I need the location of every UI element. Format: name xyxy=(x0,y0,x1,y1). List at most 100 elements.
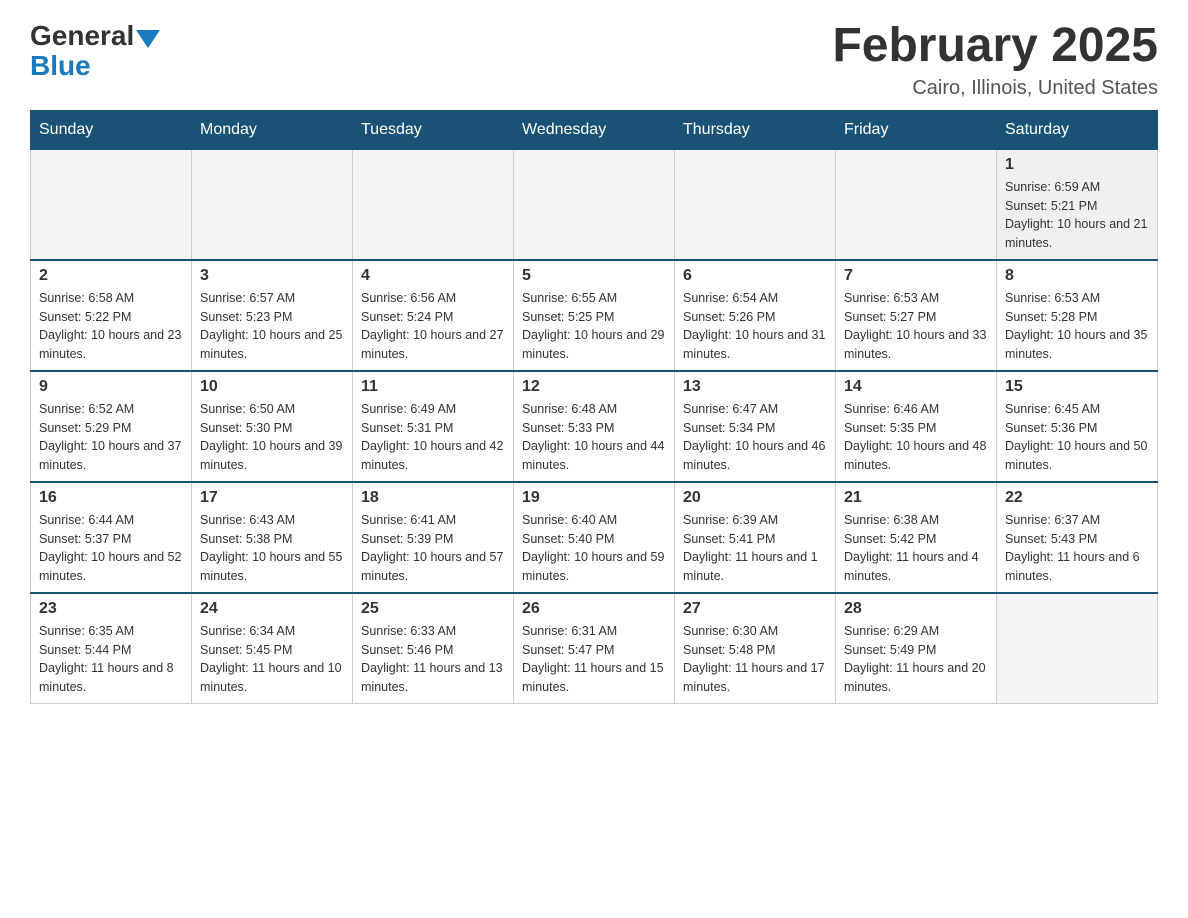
calendar-header-row: SundayMondayTuesdayWednesdayThursdayFrid… xyxy=(31,110,1158,149)
calendar-title: February 2025 xyxy=(832,20,1158,73)
calendar-cell: 8 Sunrise: 6:53 AMSunset: 5:28 PMDaylight… xyxy=(997,260,1158,371)
calendar-cell: 13Sunrise: 6:47 AMSunset: 5:34 PMDayligh… xyxy=(675,371,836,482)
day-number: 28 xyxy=(844,600,988,618)
logo-blue-text: Blue xyxy=(30,50,91,82)
day-header-saturday: Saturday xyxy=(997,110,1158,149)
day-number: 25 xyxy=(361,600,505,618)
calendar-week-row: 9 Sunrise: 6:52 AMSunset: 5:29 PMDaylight… xyxy=(31,371,1158,482)
calendar-cell xyxy=(192,149,353,260)
calendar-cell: 15 Sunrise: 6:45 AMSunset: 5:36 PMDayligh… xyxy=(997,371,1158,482)
calendar-location: Cairo, Illinois, United States xyxy=(832,77,1158,100)
calendar-cell: 5 Sunrise: 6:55 AMSunset: 5:25 PMDaylight… xyxy=(514,260,675,371)
calendar-cell: 7 Sunrise: 6:53 AMSunset: 5:27 PMDaylight… xyxy=(836,260,997,371)
day-info: Sunrise: 6:34 AMSunset: 5:45 PMDaylight:… xyxy=(200,622,344,697)
calendar-cell: 19Sunrise: 6:40 AMSunset: 5:40 PMDayligh… xyxy=(514,482,675,593)
day-info: Sunrise: 6:53 AMSunset: 5:27 PMDaylight:… xyxy=(844,289,988,364)
title-section: February 2025 Cairo, Illinois, United St… xyxy=(832,20,1158,100)
calendar-week-row: 1 Sunrise: 6:59 AMSunset: 5:21 PMDaylight… xyxy=(31,149,1158,260)
calendar-cell: 28 Sunrise: 6:29 AMSunset: 5:49 PMDayligh… xyxy=(836,593,997,704)
day-number: 2 xyxy=(39,267,183,285)
day-number: 1 xyxy=(1005,156,1149,174)
day-info: Sunrise: 6:56 AMSunset: 5:24 PMDaylight:… xyxy=(361,289,505,364)
calendar-cell: 26 Sunrise: 6:31 AMSunset: 5:47 PMDayligh… xyxy=(514,593,675,704)
day-number: 20 xyxy=(683,489,827,507)
calendar-week-row: 16 Sunrise: 6:44 AMSunset: 5:37 PMDayligh… xyxy=(31,482,1158,593)
day-header-friday: Friday xyxy=(836,110,997,149)
calendar-cell: 18 Sunrise: 6:41 AMSunset: 5:39 PMDayligh… xyxy=(353,482,514,593)
day-number: 6 xyxy=(683,267,827,285)
day-info: Sunrise: 6:35 AMSunset: 5:44 PMDaylight:… xyxy=(39,622,183,697)
day-info: Sunrise: 6:33 AMSunset: 5:46 PMDaylight:… xyxy=(361,622,505,697)
day-number: 16 xyxy=(39,489,183,507)
day-header-monday: Monday xyxy=(192,110,353,149)
day-number: 9 xyxy=(39,378,183,396)
calendar-week-row: 23 Sunrise: 6:35 AMSunset: 5:44 PMDayligh… xyxy=(31,593,1158,704)
day-number: 14 xyxy=(844,378,988,396)
day-info: Sunrise: 6:54 AMSunset: 5:26 PMDaylight:… xyxy=(683,289,827,364)
day-info: Sunrise: 6:59 AMSunset: 5:21 PMDaylight:… xyxy=(1005,178,1149,253)
logo: General Blue xyxy=(30,20,162,82)
day-number: 11 xyxy=(361,378,505,396)
day-info: Sunrise: 6:31 AMSunset: 5:47 PMDaylight:… xyxy=(522,622,666,697)
day-info: Sunrise: 6:55 AMSunset: 5:25 PMDaylight:… xyxy=(522,289,666,364)
day-header-sunday: Sunday xyxy=(31,110,192,149)
calendar-cell xyxy=(353,149,514,260)
day-number: 3 xyxy=(200,267,344,285)
day-number: 26 xyxy=(522,600,666,618)
calendar-cell xyxy=(997,593,1158,704)
day-number: 21 xyxy=(844,489,988,507)
day-info: Sunrise: 6:39 AMSunset: 5:41 PMDaylight:… xyxy=(683,511,827,586)
day-number: 22 xyxy=(1005,489,1149,507)
calendar-cell: 14 Sunrise: 6:46 AMSunset: 5:35 PMDayligh… xyxy=(836,371,997,482)
calendar-week-row: 2 Sunrise: 6:58 AMSunset: 5:22 PMDaylight… xyxy=(31,260,1158,371)
calendar-cell: 23 Sunrise: 6:35 AMSunset: 5:44 PMDayligh… xyxy=(31,593,192,704)
day-number: 23 xyxy=(39,600,183,618)
day-number: 24 xyxy=(200,600,344,618)
day-number: 10 xyxy=(200,378,344,396)
calendar-cell xyxy=(836,149,997,260)
day-info: Sunrise: 6:50 AMSunset: 5:30 PMDaylight:… xyxy=(200,400,344,475)
day-number: 27 xyxy=(683,600,827,618)
day-number: 17 xyxy=(200,489,344,507)
calendar-cell: 9 Sunrise: 6:52 AMSunset: 5:29 PMDaylight… xyxy=(31,371,192,482)
calendar-cell: 27 Sunrise: 6:30 AMSunset: 5:48 PMDayligh… xyxy=(675,593,836,704)
day-number: 7 xyxy=(844,267,988,285)
calendar-cell xyxy=(31,149,192,260)
day-number: 15 xyxy=(1005,378,1149,396)
calendar-cell: 21 Sunrise: 6:38 AMSunset: 5:42 PMDayligh… xyxy=(836,482,997,593)
logo-general-text: General xyxy=(30,20,134,52)
calendar-cell: 17 Sunrise: 6:43 AMSunset: 5:38 PMDayligh… xyxy=(192,482,353,593)
day-info: Sunrise: 6:44 AMSunset: 5:37 PMDaylight:… xyxy=(39,511,183,586)
day-info: Sunrise: 6:52 AMSunset: 5:29 PMDaylight:… xyxy=(39,400,183,475)
day-info: Sunrise: 6:49 AMSunset: 5:31 PMDaylight:… xyxy=(361,400,505,475)
day-header-thursday: Thursday xyxy=(675,110,836,149)
day-info: Sunrise: 6:57 AMSunset: 5:23 PMDaylight:… xyxy=(200,289,344,364)
calendar-cell: 2 Sunrise: 6:58 AMSunset: 5:22 PMDaylight… xyxy=(31,260,192,371)
calendar-cell: 3 Sunrise: 6:57 AMSunset: 5:23 PMDaylight… xyxy=(192,260,353,371)
day-header-wednesday: Wednesday xyxy=(514,110,675,149)
calendar-cell: 12Sunrise: 6:48 AMSunset: 5:33 PMDayligh… xyxy=(514,371,675,482)
calendar-cell: 16 Sunrise: 6:44 AMSunset: 5:37 PMDayligh… xyxy=(31,482,192,593)
day-info: Sunrise: 6:30 AMSunset: 5:48 PMDaylight:… xyxy=(683,622,827,697)
day-info: Sunrise: 6:47 AMSunset: 5:34 PMDaylight:… xyxy=(683,400,827,475)
day-info: Sunrise: 6:45 AMSunset: 5:36 PMDaylight:… xyxy=(1005,400,1149,475)
day-number: 19 xyxy=(522,489,666,507)
day-info: Sunrise: 6:41 AMSunset: 5:39 PMDaylight:… xyxy=(361,511,505,586)
calendar-cell xyxy=(514,149,675,260)
day-info: Sunrise: 6:58 AMSunset: 5:22 PMDaylight:… xyxy=(39,289,183,364)
day-info: Sunrise: 6:48 AMSunset: 5:33 PMDaylight:… xyxy=(522,400,666,475)
day-info: Sunrise: 6:38 AMSunset: 5:42 PMDaylight:… xyxy=(844,511,988,586)
day-info: Sunrise: 6:29 AMSunset: 5:49 PMDaylight:… xyxy=(844,622,988,697)
day-info: Sunrise: 6:46 AMSunset: 5:35 PMDaylight:… xyxy=(844,400,988,475)
day-number: 18 xyxy=(361,489,505,507)
page-header: General Blue February 2025 Cairo, Illino… xyxy=(30,20,1158,100)
day-number: 5 xyxy=(522,267,666,285)
calendar-table: SundayMondayTuesdayWednesdayThursdayFrid… xyxy=(30,110,1158,704)
calendar-cell: 25 Sunrise: 6:33 AMSunset: 5:46 PMDayligh… xyxy=(353,593,514,704)
calendar-cell: 22Sunrise: 6:37 AMSunset: 5:43 PMDayligh… xyxy=(997,482,1158,593)
calendar-cell: 11 Sunrise: 6:49 AMSunset: 5:31 PMDayligh… xyxy=(353,371,514,482)
day-number: 8 xyxy=(1005,267,1149,285)
day-info: Sunrise: 6:43 AMSunset: 5:38 PMDaylight:… xyxy=(200,511,344,586)
day-info: Sunrise: 6:53 AMSunset: 5:28 PMDaylight:… xyxy=(1005,289,1149,364)
calendar-cell: 20 Sunrise: 6:39 AMSunset: 5:41 PMDayligh… xyxy=(675,482,836,593)
